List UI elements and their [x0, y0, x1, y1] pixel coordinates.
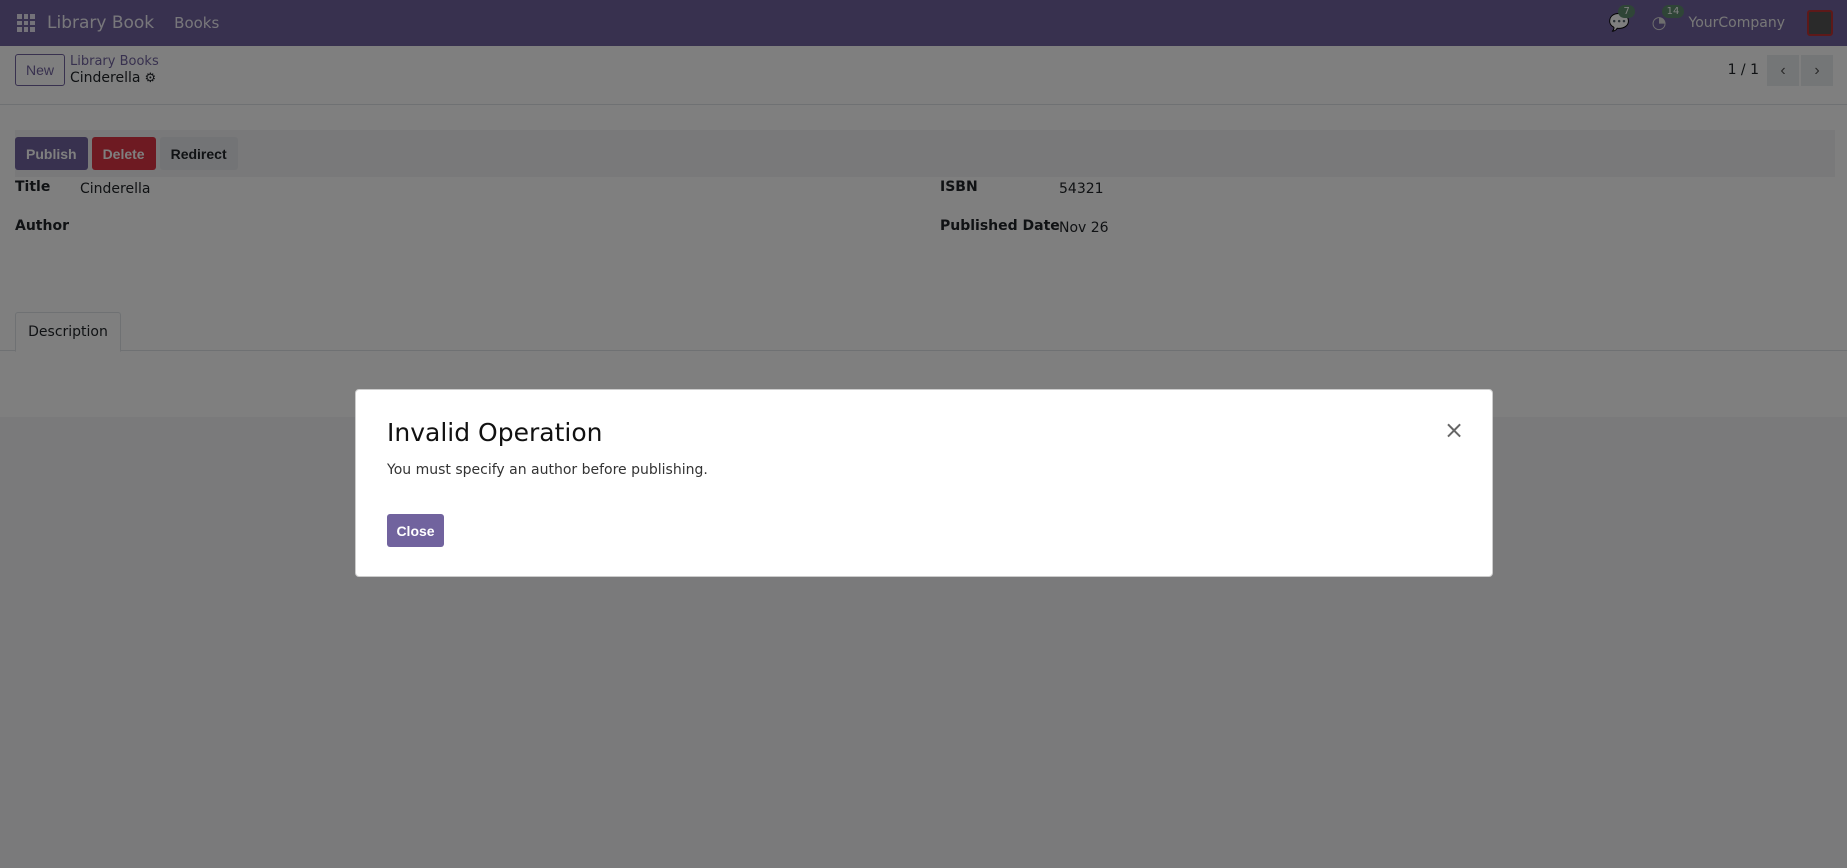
close-button[interactable]: Close: [387, 514, 444, 547]
dialog-message: You must specify an author before publis…: [387, 462, 708, 478]
dialog-title: Invalid Operation: [387, 418, 603, 447]
invalid-operation-dialog: Invalid Operation × You must specify an …: [355, 389, 1493, 577]
close-icon[interactable]: ×: [1444, 416, 1464, 444]
